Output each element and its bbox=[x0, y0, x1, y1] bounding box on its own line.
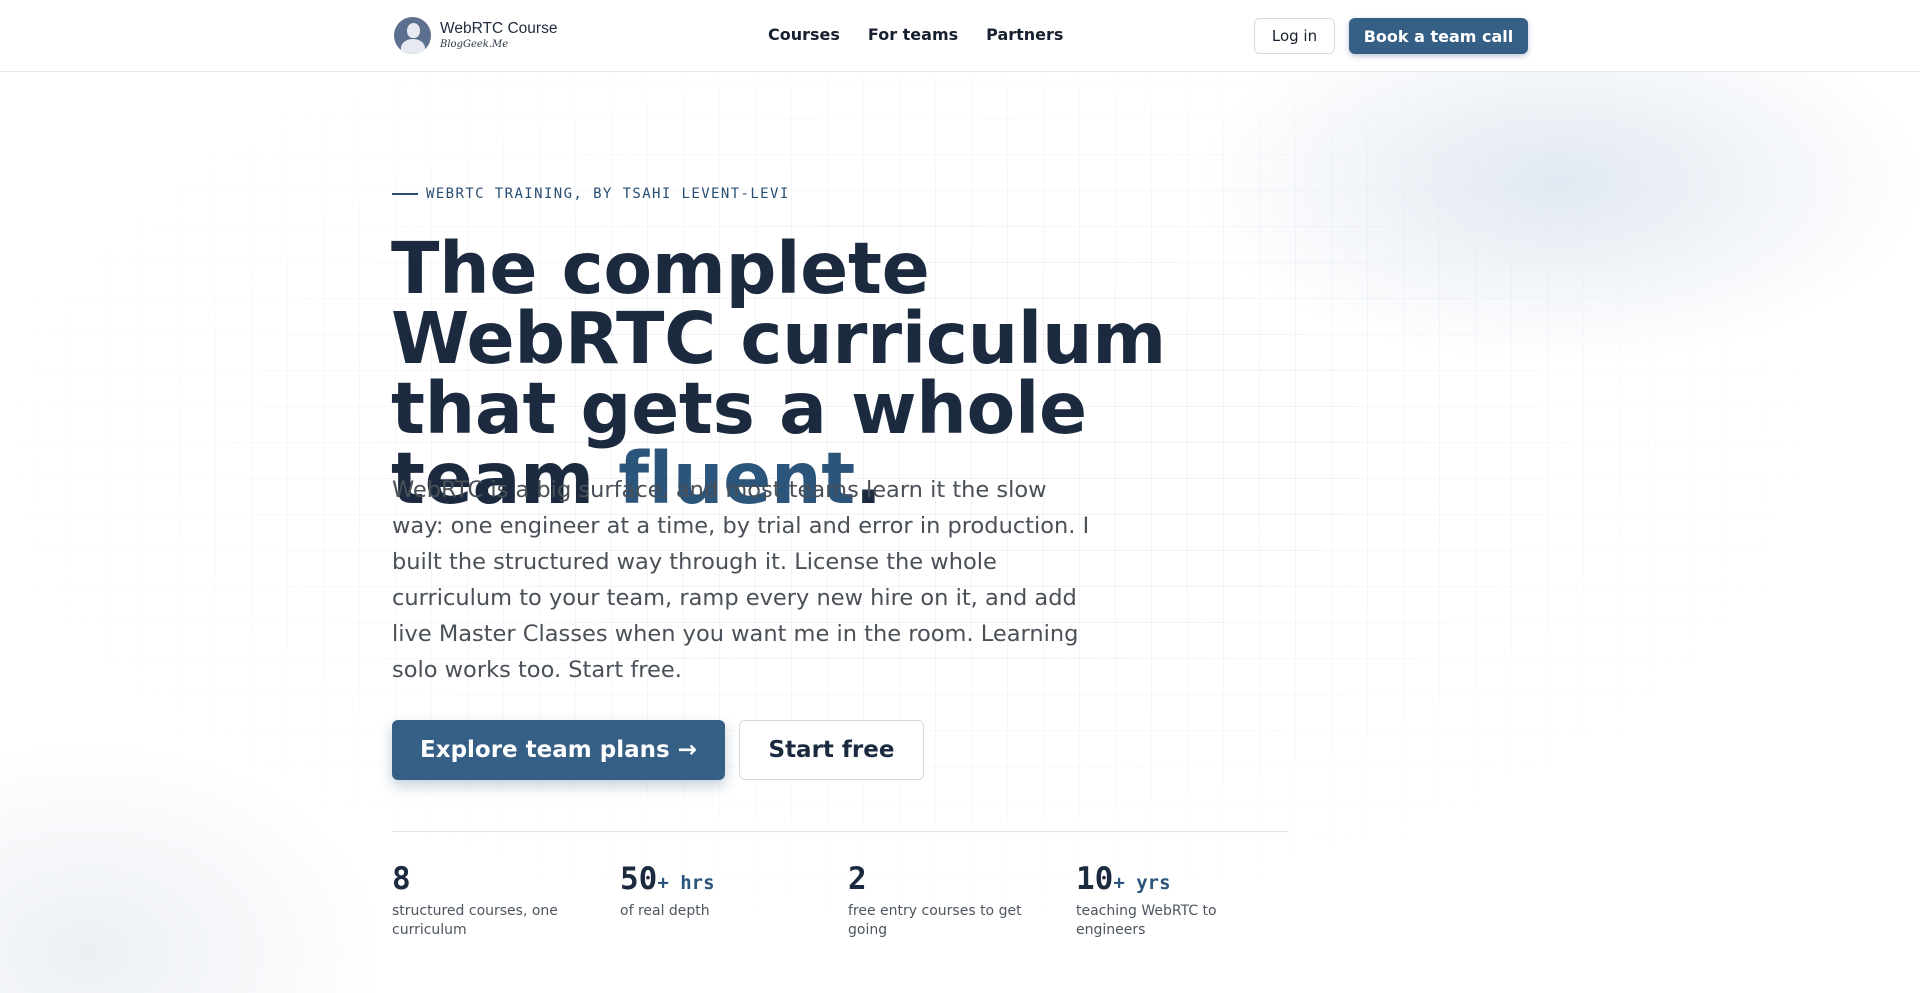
stat-hours: 50+ hrs of real depth bbox=[620, 862, 820, 921]
main-nav: Courses For teams Partners bbox=[768, 25, 1063, 44]
avatar-logo-icon bbox=[394, 17, 431, 54]
stat-value: 50 bbox=[620, 861, 658, 897]
login-button[interactable]: Log in bbox=[1254, 18, 1335, 54]
explore-team-plans-button[interactable]: Explore team plans → bbox=[392, 720, 725, 780]
stat-label: teaching WebRTC to engineers bbox=[1076, 903, 1217, 938]
stat-value: 8 bbox=[392, 861, 411, 897]
stats-divider bbox=[392, 831, 1288, 832]
book-team-call-button[interactable]: Book a team call bbox=[1349, 18, 1528, 54]
stat-years: 10+ yrs teaching WebRTC to engineers bbox=[1076, 862, 1276, 940]
stat-free-courses: 2 free entry courses to get going bbox=[848, 862, 1048, 940]
nav-item-courses[interactable]: Courses bbox=[768, 25, 840, 44]
stat-label: free entry courses to get going bbox=[848, 903, 1022, 938]
nav-item-partners[interactable]: Partners bbox=[986, 25, 1063, 44]
stat-label: structured courses, one curriculum bbox=[392, 903, 558, 938]
site-header: WebRTC Course BlogGeek.Me Courses For te… bbox=[0, 0, 1920, 72]
stat-value: 10 bbox=[1076, 861, 1114, 897]
hero-eyebrow: WEBRTC TRAINING, BY TSAHI LEVENT-LEVI bbox=[392, 186, 790, 202]
eyebrow-text: WEBRTC TRAINING, BY TSAHI LEVENT-LEVI bbox=[426, 186, 790, 202]
stat-unit: + hrs bbox=[657, 872, 715, 894]
eyebrow-dash bbox=[392, 193, 418, 195]
brand-logo[interactable]: WebRTC Course BlogGeek.Me bbox=[394, 17, 557, 54]
start-free-button[interactable]: Start free bbox=[739, 720, 924, 780]
brand-title: WebRTC Course bbox=[440, 20, 558, 38]
nav-item-for-teams[interactable]: For teams bbox=[868, 25, 958, 44]
brand-subtitle: BlogGeek.Me bbox=[440, 38, 509, 50]
stat-label: of real depth bbox=[620, 903, 710, 919]
hero-lede: WebRTC is a big surface, and most teams … bbox=[392, 477, 1090, 683]
stat-courses: 8 structured courses, one curriculum bbox=[392, 862, 592, 940]
stat-unit: + yrs bbox=[1113, 872, 1171, 894]
stat-value: 2 bbox=[848, 861, 867, 897]
